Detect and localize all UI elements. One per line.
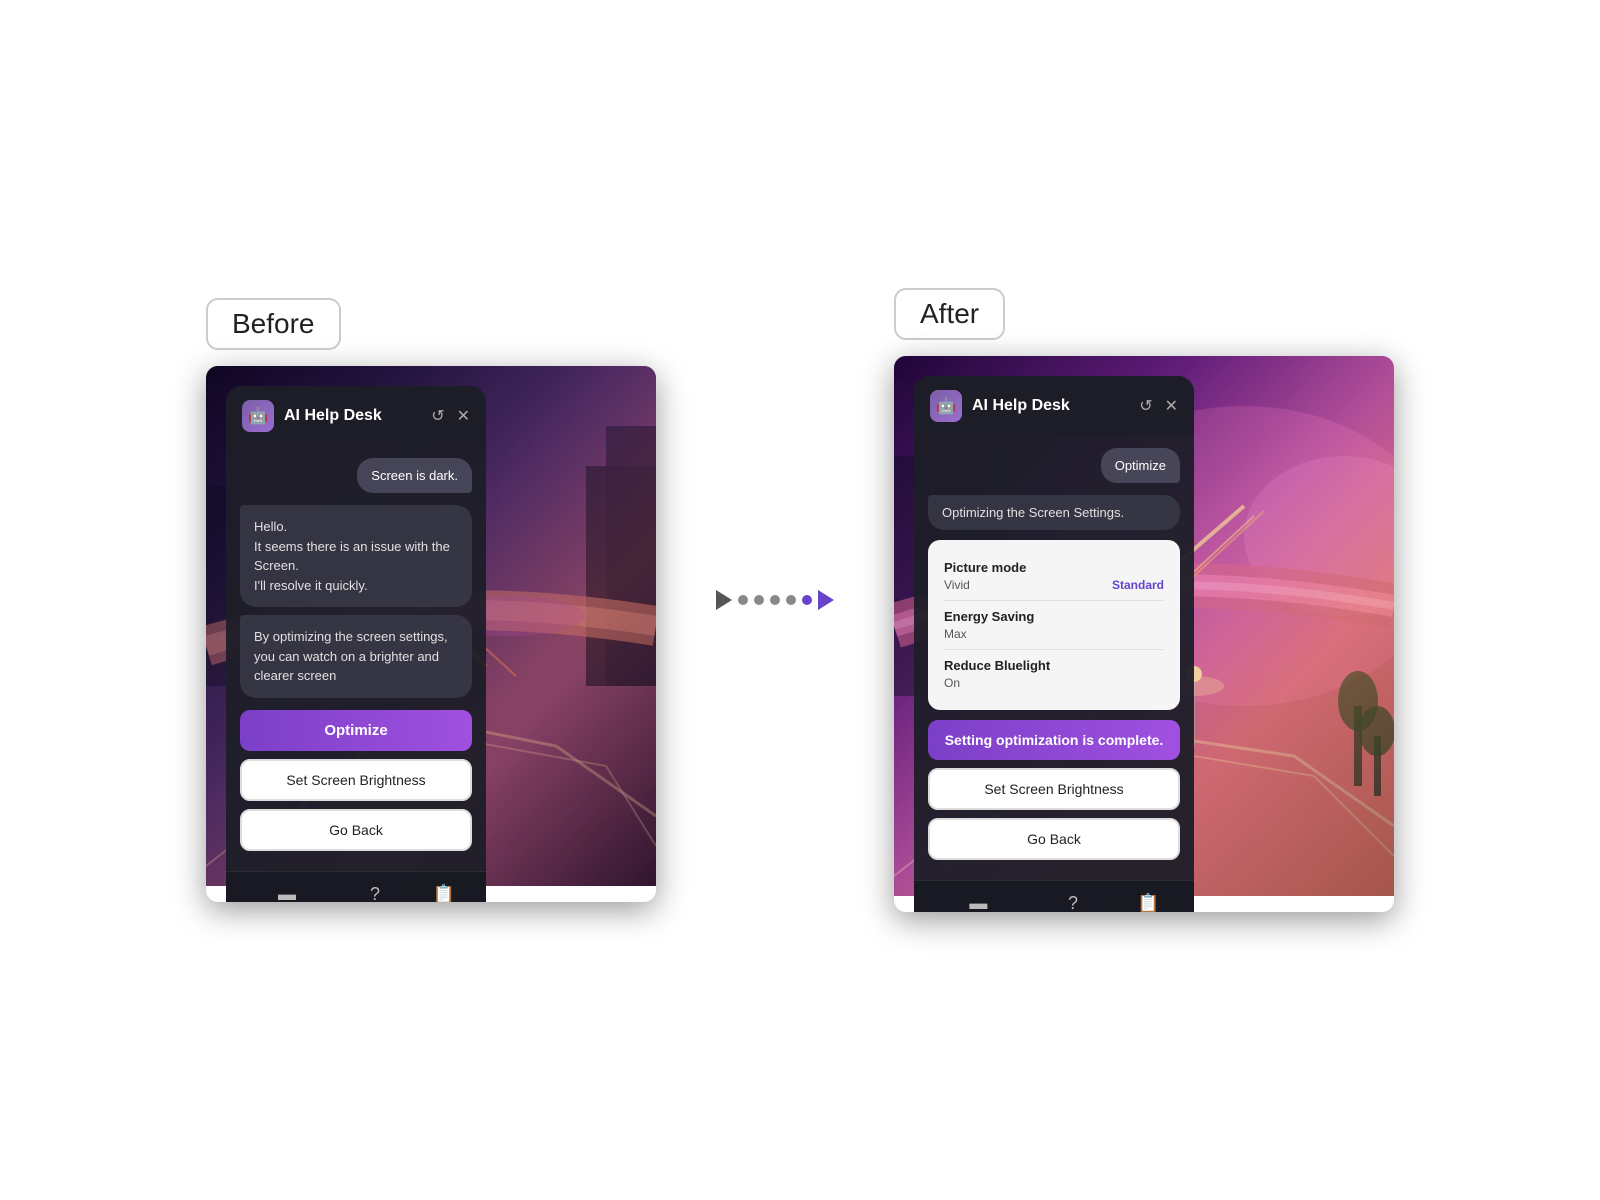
arrow-connector [716,590,834,610]
after-user-bubble: Optimize [1101,448,1180,483]
before-panel-wrapper: Before [206,298,656,902]
before-go-back-button[interactable]: Go Back [240,809,472,851]
arrow-right [818,590,834,610]
after-optimizing-bubble: Optimizing the Screen Settings. [928,495,1180,530]
setting-energy-saving-values: Max [944,627,1164,641]
after-go-back-button[interactable]: Go Back [928,818,1180,860]
before-bot-bubble-2: By optimizing the screen settings, you c… [240,615,472,698]
before-dialog-title: AI Help Desk [284,407,382,425]
after-title-group: 🤖 AI Help Desk [930,390,1070,422]
after-footer-quick-help[interactable]: 📋 Quick Help [1122,893,1176,912]
user-guide-icon: ? [370,884,380,903]
dot-1 [738,595,748,605]
setting-picture-mode-values: Vivid Standard [944,578,1164,592]
setting-energy-saving-new: Max [944,627,967,641]
dot-3 [770,595,780,605]
after-label: After [894,288,1005,340]
before-footer-device-info[interactable]: ▬ Device Information [241,884,333,903]
before-tv-frame: 🤖 AI Help Desk ↺ ✕ Screen is dark. [206,366,656,902]
before-dialog-body: Screen is dark. Hello. It seems there is… [226,446,486,871]
before-footer-quick-help[interactable]: 📋 Quick Help [417,884,471,903]
after-close-button[interactable]: ✕ [1165,396,1178,416]
before-footer-user-guide[interactable]: ? User Guide [347,884,403,903]
before-header-icons: ↺ ✕ [431,406,470,426]
after-dialog-title: AI Help Desk [972,397,1070,415]
before-set-brightness-button[interactable]: Set Screen Brightness [240,759,472,801]
setting-energy-saving-label: Energy Saving [944,609,1164,624]
main-container: Before [0,248,1600,952]
before-ai-icon: 🤖 [242,400,274,432]
setting-reduce-bluelight-values: On [944,676,1164,690]
arrow-left [716,590,732,610]
setting-reduce-bluelight-label: Reduce Bluelight [944,658,1164,673]
setting-reduce-bluelight-new: On [944,676,960,690]
before-title-group: 🤖 AI Help Desk [242,400,382,432]
device-info-icon: ▬ [278,884,296,903]
setting-picture-mode-label: Picture mode [944,560,1164,575]
dot-2 [754,595,764,605]
setting-picture-mode: Picture mode Vivid Standard [944,552,1164,601]
before-optimize-button[interactable]: Optimize [240,710,472,751]
after-header-icons: ↺ ✕ [1139,396,1178,416]
after-ai-icon: 🤖 [930,390,962,422]
after-dialog-body: Optimize Optimizing the Screen Settings.… [914,436,1194,880]
before-dialog-footer: ▬ Device Information ? User Guide 📋 Quic… [226,871,486,903]
after-panel-wrapper: After [894,288,1394,912]
before-bot-text-2: By optimizing the screen settings, you c… [254,629,448,683]
after-set-brightness-button[interactable]: Set Screen Brightness [928,768,1180,810]
after-device-info-icon: ▬ [969,893,987,912]
after-footer-user-guide[interactable]: ? User Guide [1045,893,1101,912]
before-close-button[interactable]: ✕ [457,406,470,426]
after-refresh-button[interactable]: ↺ [1139,396,1152,416]
after-tv-bg: 🤖 AI Help Desk ↺ ✕ Optimize Optimizing t… [894,356,1394,896]
dot-5 [802,595,812,605]
after-footer-device-info[interactable]: ▬ Device Information [932,893,1024,912]
after-dialog-footer: ▬ Device Information ? User Guide 📋 Quic… [914,880,1194,912]
before-dialog-header: 🤖 AI Help Desk ↺ ✕ [226,386,486,446]
after-tv-frame: 🤖 AI Help Desk ↺ ✕ Optimize Optimizing t… [894,356,1394,912]
dot-4 [786,595,796,605]
dots-row [738,595,812,605]
after-dialog-header: 🤖 AI Help Desk ↺ ✕ [914,376,1194,436]
after-complete-button[interactable]: Setting optimization is complete. [928,720,1180,760]
before-dialog-panel: 🤖 AI Help Desk ↺ ✕ Screen is dark. [226,386,486,902]
setting-picture-mode-new: Standard [1112,578,1164,592]
quick-help-icon: 📋 [433,884,455,903]
setting-picture-mode-old: Vivid [944,578,970,592]
before-user-bubble: Screen is dark. [357,458,472,493]
before-bot-bubble-1: Hello. It seems there is an issue with t… [240,505,472,607]
before-tv-bg: 🤖 AI Help Desk ↺ ✕ Screen is dark. [206,366,656,886]
after-quick-help-icon: 📋 [1137,893,1159,912]
after-dialog-panel: 🤖 AI Help Desk ↺ ✕ Optimize Optimizing t… [914,376,1194,912]
before-refresh-button[interactable]: ↺ [431,406,444,426]
setting-energy-saving: Energy Saving Max [944,601,1164,650]
before-bot-text-1: Hello. It seems there is an issue with t… [254,519,450,593]
before-label: Before [206,298,341,350]
after-settings-card: Picture mode Vivid Standard Energy Savin… [928,540,1180,710]
after-user-guide-icon: ? [1068,893,1078,912]
setting-reduce-bluelight: Reduce Bluelight On [944,650,1164,698]
